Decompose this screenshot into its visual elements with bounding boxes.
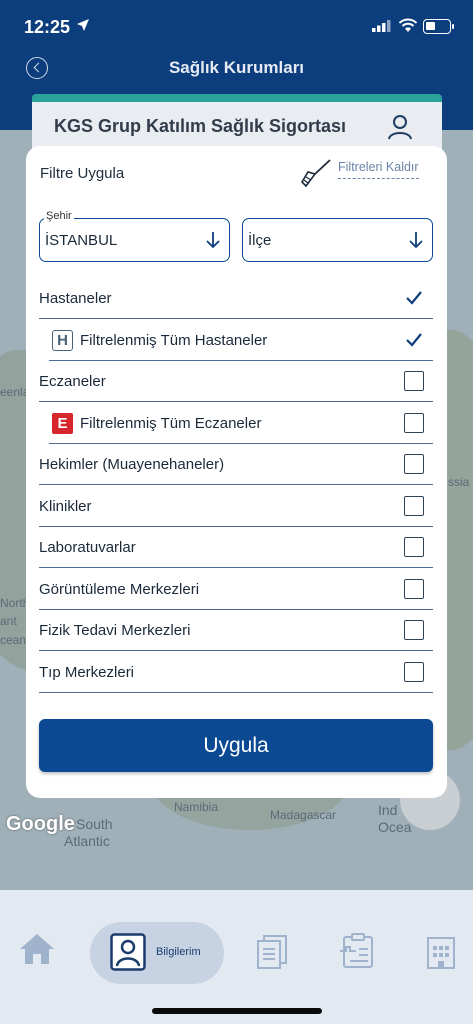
filter-modal-title: Filtre Uygula [40,165,125,182]
district-select-value: İlçe [248,232,272,249]
map-label: ssia [448,475,470,489]
filter-row[interactable]: Hastaneler [39,278,433,319]
map-label: Madagascar [270,808,337,822]
hospital-badge-icon: H [52,329,73,351]
home-icon[interactable] [18,932,56,966]
checkbox[interactable] [404,620,424,640]
home-indicator [152,1008,322,1014]
hospital-icon[interactable] [426,934,456,970]
clear-filters-link[interactable]: Filtreleri Kaldır [338,160,419,179]
filter-row[interactable]: E Filtrelenmiş Tüm Eczaneler [49,403,433,444]
insurance-card: KGS Grup Katılım Sağlık Sigortası [32,94,442,154]
bottom-nav: Bilgilerim [0,890,473,1024]
checkbox[interactable] [404,578,424,599]
filter-row[interactable]: Laboratuvarlar [39,527,433,568]
filter-row[interactable]: Görüntüleme Merkezleri [39,569,433,610]
filter-row-label: Fizik Tedavi Merkezleri [39,622,191,639]
nav-item-bilgilerim[interactable]: Bilgilerim [90,922,224,984]
profile-icon [110,933,146,971]
filter-row-label: Klinikler [39,497,92,515]
nav-item-label: Bilgilerim [156,946,201,958]
arrow-down-icon [409,232,423,249]
checkbox[interactable] [404,495,424,516]
city-select-value: İSTANBUL [45,232,118,249]
filter-row[interactable]: Tıp Merkezleri [39,652,433,693]
checkbox[interactable] [404,661,424,682]
filter-row-label: Laboratuvarlar [39,539,136,556]
battery-icon [423,19,454,34]
broom-icon[interactable] [300,158,332,188]
user-icon[interactable] [388,114,412,140]
filter-row[interactable]: Fizik Tedavi Merkezleri [39,610,433,651]
district-select[interactable]: İlçe [242,218,433,262]
checkbox[interactable] [404,371,424,391]
checkmark-icon[interactable] [404,288,424,308]
map-label: ant [0,614,17,628]
filter-row-label: Filtrelenmiş Tüm Eczaneler [80,414,262,432]
page-title: Sağlık Kurumları [168,58,305,77]
pharmacy-badge-icon: E [52,412,73,434]
filter-row[interactable]: Eczaneler [39,361,433,402]
filter-row[interactable]: Hekimler (Muayenehaneler) [39,444,433,485]
map-label: North [0,596,30,610]
filter-row-label: Hekimler (Muayenehaneler) [39,456,225,473]
city-select-label: Şehir [44,210,74,222]
medical-report-icon[interactable] [338,933,376,969]
filter-row-label: Tıp Merkezleri [39,663,135,681]
google-logo: Google [6,813,75,835]
map-label: South [76,816,113,832]
apply-button[interactable]: Uygula [39,719,433,772]
cellular-signal-icon [372,20,391,32]
filter-row-label: Eczaneler [39,373,106,390]
insurance-card-title: KGS Grup Katılım Sağlık Sigortası [54,116,347,136]
map-label: Ocea [378,819,412,835]
checkmark-icon[interactable] [404,330,424,350]
map-label: Namibia [174,800,219,814]
status-bar: 12:25 [0,0,473,50]
filter-row-label: Görüntüleme Merkezleri [39,580,200,598]
map-label: cean [0,633,27,647]
checkbox[interactable] [404,537,424,557]
checkbox[interactable] [404,454,424,474]
filter-row[interactable]: Klinikler [39,486,433,527]
city-select[interactable]: Şehir İSTANBUL [39,210,230,262]
map-label: Ind [378,802,398,818]
documents-icon[interactable] [256,934,288,970]
filter-row-label: Hastaneler [39,290,112,307]
status-time: 12:25 [24,17,71,37]
location-arrow-icon [77,19,89,31]
checkbox[interactable] [404,412,424,433]
wifi-icon [398,18,418,32]
filter-row-label: Filtrelenmiş Tüm Hastaneler [80,331,268,349]
filter-row[interactable]: H Filtrelenmiş Tüm Hastaneler [49,320,433,361]
filter-modal: Filtre Uygula Filtreleri Kaldır Şehir İS… [26,146,447,798]
arrow-down-icon [206,232,220,249]
